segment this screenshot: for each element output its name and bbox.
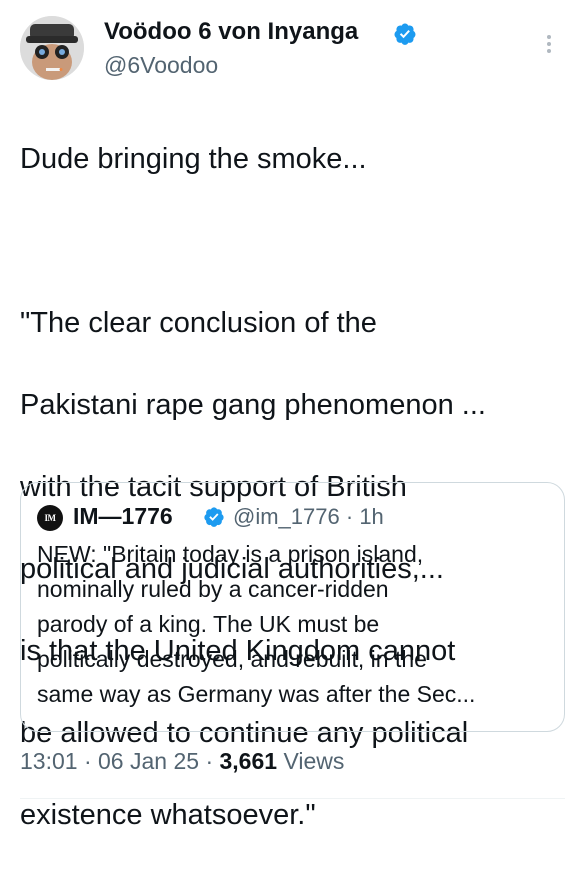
quoted-tweet[interactable]: IM IM—1776 @im_1776 · 1h NEW: "Britain t… [20, 482, 565, 732]
tweet-time[interactable]: 13:01 [20, 748, 78, 774]
quoted-separator: · [345, 504, 354, 529]
views-count[interactable]: 3,661 [220, 748, 278, 774]
quoted-display-name[interactable]: IM—1776 [73, 503, 173, 530]
tweet-line: Dude bringing the smoke... [20, 143, 367, 175]
author-display-name[interactable]: Voödoo 6 von Inyanga [104, 18, 358, 46]
quoted-line: NEW: "Britain today is a prison island, [37, 541, 424, 567]
quoted-meta: @im_1776 · 1h [233, 504, 384, 530]
quoted-line: politically destroyed, and rebuilt, in t… [37, 646, 427, 672]
tweet-date[interactable]: 06 Jan 25 [98, 748, 199, 774]
footer-separator: · [205, 748, 214, 774]
divider [20, 798, 565, 799]
quoted-avatar[interactable]: IM [37, 505, 63, 531]
quoted-tweet-header: IM IM—1776 @im_1776 · 1h [37, 503, 547, 531]
quoted-line: parody of a king. The UK must be [37, 611, 380, 637]
tweet-line: "The clear conclusion of the [20, 307, 377, 339]
author-handle[interactable]: @6Voodoo [104, 52, 218, 79]
footer-separator: · [83, 748, 92, 774]
tweet-header: Voödoo 6 von Inyanga @6Voodoo [20, 16, 568, 86]
quoted-verified-badge-icon [204, 507, 224, 527]
verified-badge-icon [394, 23, 416, 45]
avatar[interactable] [20, 16, 84, 80]
views-label: Views [283, 748, 345, 774]
tweet-footer: 13:01 · 06 Jan 25 · 3,661 Views [20, 748, 344, 775]
quoted-tweet-text: NEW: "Britain today is a prison island, … [37, 537, 552, 712]
tweet-line: existence whatsoever." [20, 799, 316, 831]
quoted-line: same way as Germany was after the Sec... [37, 681, 476, 707]
tweet-line: Pakistani rape gang phenomenon ... [20, 389, 486, 421]
quoted-line: nominally ruled by a cancer-ridden [37, 576, 389, 602]
more-options-icon[interactable] [539, 32, 559, 60]
quoted-handle[interactable]: @im_1776 [233, 504, 340, 529]
quoted-time[interactable]: 1h [359, 504, 383, 529]
avatar-image [20, 16, 84, 80]
